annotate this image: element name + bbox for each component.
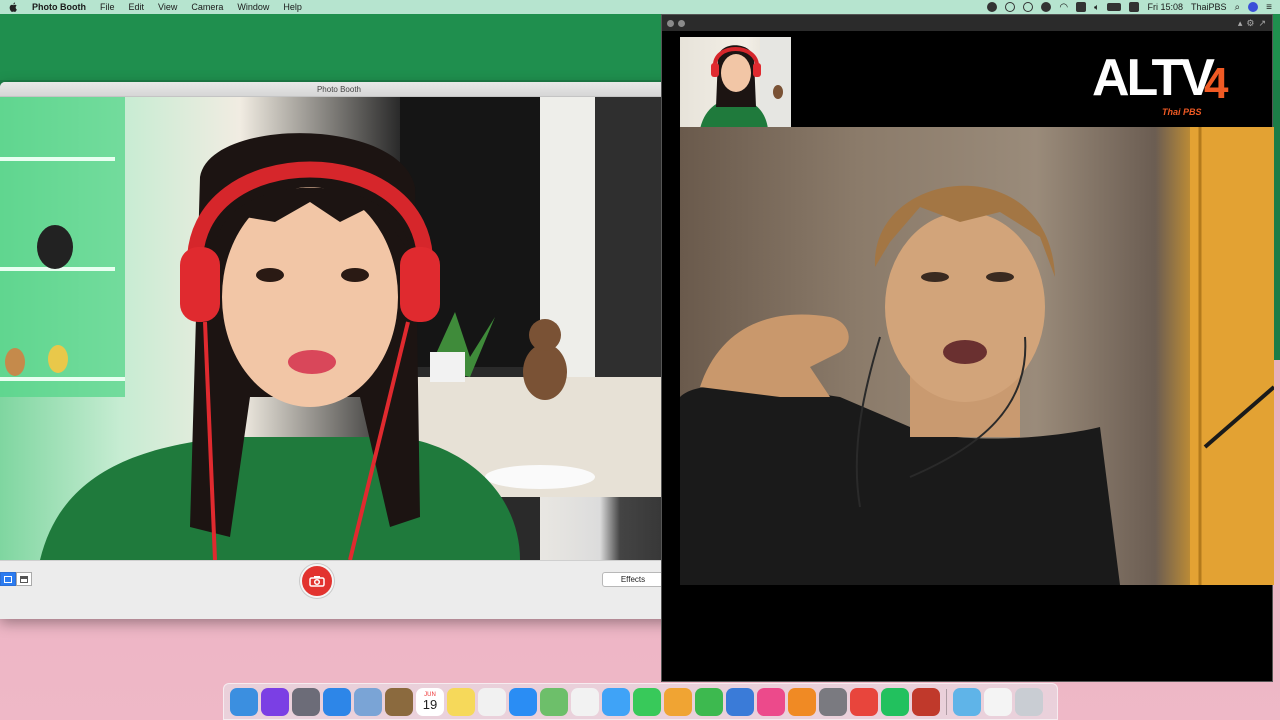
battery-icon[interactable] — [1107, 3, 1122, 11]
apple-menu-icon[interactable] — [8, 2, 18, 12]
siri-status-icon[interactable] — [1248, 2, 1259, 12]
window-title: Photo Booth — [0, 82, 678, 97]
line-status-icon[interactable] — [1041, 2, 1052, 12]
trash-icon[interactable] — [1015, 687, 1043, 716]
itunes-icon[interactable] — [757, 687, 785, 716]
notes-icon[interactable] — [447, 687, 475, 716]
chrome-icon[interactable] — [850, 687, 878, 716]
mail-icon[interactable] — [354, 687, 382, 716]
menu-bar: Photo Booth File Edit View Camera Window… — [0, 0, 1280, 14]
expand-icon[interactable]: ↗ — [1258, 18, 1266, 29]
pin-icon[interactable]: ▴ — [1238, 18, 1243, 29]
cloud-icon[interactable] — [1023, 2, 1034, 12]
menu-file[interactable]: File — [100, 2, 115, 12]
volume-icon[interactable]: 🔈︎ — [1094, 2, 1099, 13]
siri-icon[interactable] — [261, 687, 289, 716]
grid-view-button[interactable] — [16, 572, 32, 586]
document-icon[interactable] — [984, 687, 1012, 716]
status-area: ◠ 🔈︎ Fri 15:08 ThaiPBS ⌕ ≡ — [987, 2, 1272, 13]
photo-booth-toolbar: Effects — [0, 560, 678, 602]
finder-icon[interactable] — [230, 687, 258, 716]
camera-icon — [309, 576, 325, 587]
photo-booth-window: Photo Booth Effects — [0, 82, 678, 619]
altv-logo: ALTV 4 Thai PBS — [1092, 47, 1248, 127]
wifi-icon[interactable]: ◠ — [1059, 2, 1068, 13]
status-app-icon[interactable] — [987, 2, 998, 12]
calendar-day: 19 — [422, 697, 438, 712]
pages-icon[interactable] — [664, 687, 692, 716]
app-store-icon[interactable] — [509, 687, 537, 716]
menu-app-name[interactable]: Photo Booth — [32, 2, 86, 12]
notes-book-icon[interactable] — [385, 687, 413, 716]
books-icon[interactable] — [788, 687, 816, 716]
call-window-titlebar: ▴ ⚙ ↗ — [662, 15, 1272, 31]
messages-icon[interactable] — [602, 687, 630, 716]
camera-preview-image — [0, 97, 678, 560]
logo-subtitle: Thai PBS — [1162, 107, 1202, 117]
airplay-icon[interactable] — [1076, 2, 1087, 12]
menu-camera[interactable]: Camera — [191, 2, 223, 12]
line-icon[interactable] — [881, 687, 909, 716]
self-view-thumbnail[interactable] — [680, 37, 791, 129]
spotlight-search-icon[interactable]: ⌕ — [1235, 2, 1241, 13]
video-call-window: ▴ ⚙ ↗ ALTV 4 Thai PBS — [661, 14, 1274, 682]
take-photo-button[interactable] — [300, 564, 334, 598]
launchpad-icon[interactable] — [292, 687, 320, 716]
minimize-window-button[interactable] — [678, 19, 685, 27]
sync-icon[interactable] — [1005, 2, 1016, 12]
self-view-image — [700, 37, 791, 129]
view-toggle — [0, 572, 32, 586]
system-preferences-icon[interactable] — [819, 687, 847, 716]
remote-video-image — [680, 127, 1274, 585]
safari-icon[interactable] — [323, 687, 351, 716]
downloads-folder-icon[interactable] — [953, 687, 981, 716]
remote-video — [680, 127, 1274, 585]
single-photo-icon — [4, 575, 12, 583]
calendar-icon[interactable]: JUN 19 — [416, 687, 444, 716]
menu-view[interactable]: View — [158, 2, 177, 12]
dock: JUN 19 — [223, 683, 1058, 720]
reminders-icon[interactable] — [478, 687, 506, 716]
close-window-button[interactable] — [667, 19, 674, 27]
menu-edit[interactable]: Edit — [129, 2, 145, 12]
photos-icon[interactable] — [571, 687, 599, 716]
numbers-icon[interactable] — [695, 687, 723, 716]
settings-gear-icon[interactable]: ⚙ — [1246, 18, 1254, 29]
input-source-icon[interactable] — [1129, 2, 1140, 12]
notification-center-icon[interactable]: ≡ — [1266, 2, 1272, 13]
menu-help[interactable]: Help — [283, 2, 302, 12]
dock-separator — [946, 688, 947, 715]
photo-booth-icon[interactable] — [912, 687, 940, 716]
keynote-icon[interactable] — [726, 687, 754, 716]
menu-window[interactable]: Window — [237, 2, 269, 12]
logo-text: ALTV — [1092, 49, 1215, 107]
single-photo-view-button[interactable] — [0, 572, 16, 586]
logo-number: 4 — [1204, 59, 1229, 108]
maps-icon[interactable] — [540, 687, 568, 716]
clock[interactable]: Fri 15:08 — [1147, 2, 1183, 12]
facetime-icon[interactable] — [633, 687, 661, 716]
grid-icon — [20, 575, 28, 583]
effects-button[interactable]: Effects — [602, 572, 664, 587]
camera-preview — [0, 97, 678, 560]
user-name[interactable]: ThaiPBS — [1191, 2, 1227, 12]
